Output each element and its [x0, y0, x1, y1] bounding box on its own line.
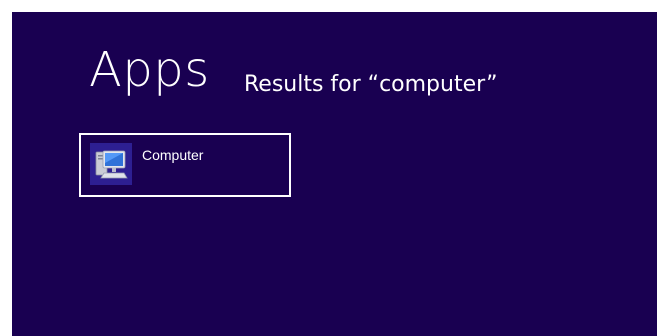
search-results-subtitle: Results for “computer”: [244, 72, 498, 97]
page-title: Apps: [89, 42, 210, 98]
app-tile-label: Computer: [142, 147, 204, 163]
tile-icon-background: [90, 143, 132, 185]
app-tile-computer[interactable]: Computer: [79, 133, 291, 197]
computer-icon: [95, 150, 128, 179]
start-screen-search-results: Apps Results for “computer” Computer: [12, 12, 657, 336]
